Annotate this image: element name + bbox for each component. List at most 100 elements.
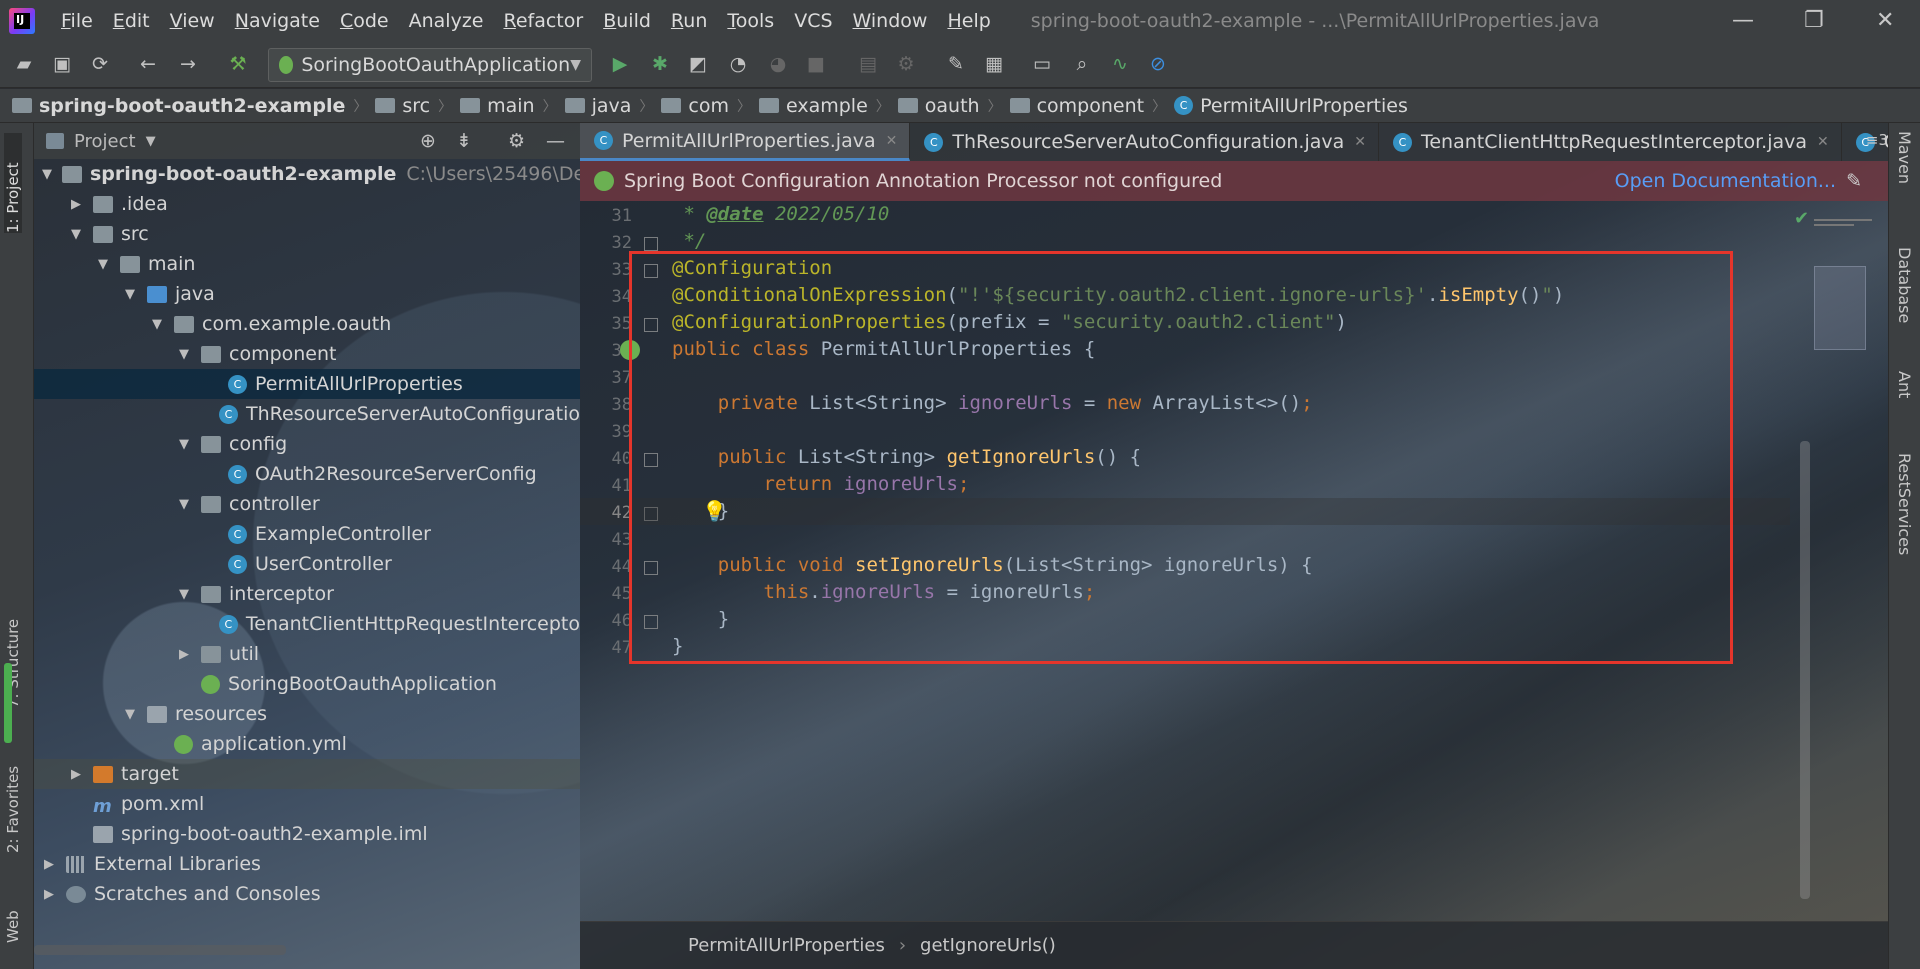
tab-rest-services[interactable]: RestServices: [1895, 453, 1914, 555]
tab-database[interactable]: Database: [1895, 247, 1914, 323]
code-line[interactable]: public List<String> getIgnoreUrls() {: [672, 444, 1141, 471]
stop-icon[interactable]: ■: [804, 52, 828, 76]
code-line[interactable]: public void setIgnoreUrls(List<String> i…: [672, 552, 1313, 579]
tree-row[interactable]: ▼ interceptor: [34, 579, 580, 609]
tree-row[interactable]: ▼ component: [34, 339, 580, 369]
menu-navigate[interactable]: Navigate: [235, 10, 320, 32]
forward-icon[interactable]: →: [176, 52, 200, 76]
menu-refactor[interactable]: Refactor: [503, 10, 583, 32]
expand-right-icon[interactable]: ▶: [69, 767, 83, 782]
wrench-icon[interactable]: ✎: [1846, 170, 1862, 192]
chevron-down-icon[interactable]: ▼: [146, 134, 156, 149]
run-configuration-select[interactable]: SoringBootOauthApplication ▼: [268, 48, 592, 82]
horizontal-scrollbar[interactable]: [34, 945, 286, 955]
inspection-ok-icon[interactable]: ✔: [1794, 208, 1809, 229]
intellij-logo-icon[interactable]: IJ: [9, 8, 35, 34]
menu-window[interactable]: Window: [853, 10, 928, 32]
project-panel-title[interactable]: Project: [74, 131, 136, 152]
project-structure-icon[interactable]: ▦: [982, 52, 1006, 76]
tree-row[interactable]: ▼ spring-boot-oauth2-example C:\Users\2549…: [34, 159, 580, 189]
tab-overflow-icon[interactable]: ≡3: [1866, 131, 1888, 149]
editor-tab[interactable]: C PermitAllUrlProperties.java ✕: [580, 123, 911, 161]
expand-down-icon[interactable]: ▼: [123, 287, 137, 302]
code-line[interactable]: }: [672, 606, 729, 633]
code-line[interactable]: }: [672, 633, 683, 660]
vcs-icon[interactable]: ▤: [856, 52, 880, 76]
close-tab-icon[interactable]: ✕: [1817, 134, 1829, 150]
code-line[interactable]: this.ignoreUrls = ignoreUrls;: [672, 579, 1096, 606]
code-line[interactable]: @ConfigurationProperties(prefix = "secur…: [672, 309, 1347, 336]
tree-row[interactable]: C ThResourceServerAutoConfiguratio: [34, 399, 580, 429]
tree-row[interactable]: m pom.xml: [34, 789, 580, 819]
terminal-icon[interactable]: ▭: [1030, 52, 1054, 76]
tab-favorites[interactable]: 2: Favorites: [4, 743, 22, 853]
tab-project[interactable]: 1: Project: [4, 133, 22, 233]
tree-row[interactable]: C OAuth2ResourceServerConfig: [34, 459, 580, 489]
code-minimap[interactable]: [1814, 211, 1876, 901]
menu-view[interactable]: View: [170, 10, 215, 32]
expand-down-icon[interactable]: ▼: [177, 347, 191, 362]
tree-row[interactable]: ▶ Scratches and Consoles: [34, 879, 580, 909]
breadcrumb-method[interactable]: getIgnoreUrls(): [920, 935, 1056, 956]
menu-build[interactable]: Build: [603, 10, 651, 32]
settings-wrench-icon[interactable]: ✎: [944, 52, 968, 76]
menu-tools[interactable]: Tools: [727, 10, 774, 32]
hide-panel-icon[interactable]: —: [546, 130, 565, 152]
breadcrumb-item[interactable]: src: [375, 95, 430, 117]
run-icon[interactable]: ▶: [608, 52, 632, 76]
fold-marker-icon[interactable]: [644, 561, 658, 575]
tree-row[interactable]: ▼ com.example.oauth: [34, 309, 580, 339]
minimize-icon[interactable]: —: [1732, 8, 1754, 33]
tree-row[interactable]: application.yml: [34, 729, 580, 759]
intention-bulb-icon[interactable]: 💡: [702, 499, 727, 523]
tree-row[interactable]: ▼ resources: [34, 699, 580, 729]
code-line[interactable]: public class PermitAllUrlProperties {: [672, 336, 1095, 363]
expand-down-icon[interactable]: ▼: [177, 437, 191, 452]
fold-marker-icon[interactable]: [644, 318, 658, 332]
editor-tab[interactable]: C TenantClientHttpRequestInterceptor.java…: [1379, 123, 1842, 161]
search-icon[interactable]: ⌕: [1070, 52, 1094, 76]
close-tab-icon[interactable]: ✕: [886, 133, 898, 149]
expand-right-icon[interactable]: ▶: [42, 857, 56, 872]
tab-ant[interactable]: Ant: [1895, 371, 1914, 398]
expand-right-icon[interactable]: ▶: [177, 647, 191, 662]
tree-row[interactable]: SoringBootOauthApplication: [34, 669, 580, 699]
tree-row[interactable]: C UserController: [34, 549, 580, 579]
menu-run[interactable]: Run: [671, 10, 707, 32]
breadcrumb-item[interactable]: example: [759, 95, 868, 117]
close-tab-icon[interactable]: ✕: [1354, 134, 1366, 150]
open-icon[interactable]: ▰: [12, 52, 36, 76]
editor-tab[interactable]: C ThResourceServerAutoConfiguration.java ✕: [910, 123, 1379, 161]
expand-down-icon[interactable]: ▼: [42, 167, 52, 182]
tree-row[interactable]: ▼ controller: [34, 489, 580, 519]
breadcrumb-item[interactable]: main: [460, 95, 535, 117]
breadcrumb-item[interactable]: C PermitAllUrlProperties: [1174, 95, 1408, 117]
code-line[interactable]: */: [672, 228, 706, 255]
tab-web[interactable]: Web: [4, 883, 22, 943]
coverage-icon[interactable]: ◩: [686, 52, 710, 76]
menu-code[interactable]: Code: [340, 10, 389, 32]
tree-row[interactable]: ▼ main: [34, 249, 580, 279]
code-line[interactable]: * @date 2022/05/10: [672, 201, 889, 228]
tree-row[interactable]: ▶ target: [34, 759, 580, 789]
collapse-all-icon[interactable]: ⇟: [456, 130, 472, 152]
breadcrumb-item[interactable]: component: [1009, 95, 1144, 117]
close-icon[interactable]: ✕: [1876, 8, 1894, 33]
menu-analyze[interactable]: Analyze: [409, 10, 484, 32]
menu-help[interactable]: Help: [947, 10, 990, 32]
expand-down-icon[interactable]: ▼: [123, 707, 137, 722]
code-line[interactable]: return ignoreUrls;: [672, 471, 970, 498]
tree-row[interactable]: ▶ .idea: [34, 189, 580, 219]
expand-down-icon[interactable]: ▼: [177, 497, 191, 512]
fold-marker-icon[interactable]: [644, 264, 658, 278]
locate-icon[interactable]: ⊕: [420, 130, 436, 152]
fold-marker-icon[interactable]: [644, 615, 658, 629]
vertical-scrollbar[interactable]: [1800, 441, 1810, 899]
save-icon[interactable]: ▣: [50, 52, 74, 76]
breadcrumb-item[interactable]: java: [564, 95, 631, 117]
restore-icon[interactable]: ❐: [1804, 8, 1824, 33]
back-icon[interactable]: ←: [136, 52, 160, 76]
menu-edit[interactable]: Edit: [113, 10, 150, 32]
profile-icon[interactable]: ◔: [726, 52, 750, 76]
breadcrumb-item[interactable]: spring-boot-oauth2-example: [12, 95, 345, 117]
